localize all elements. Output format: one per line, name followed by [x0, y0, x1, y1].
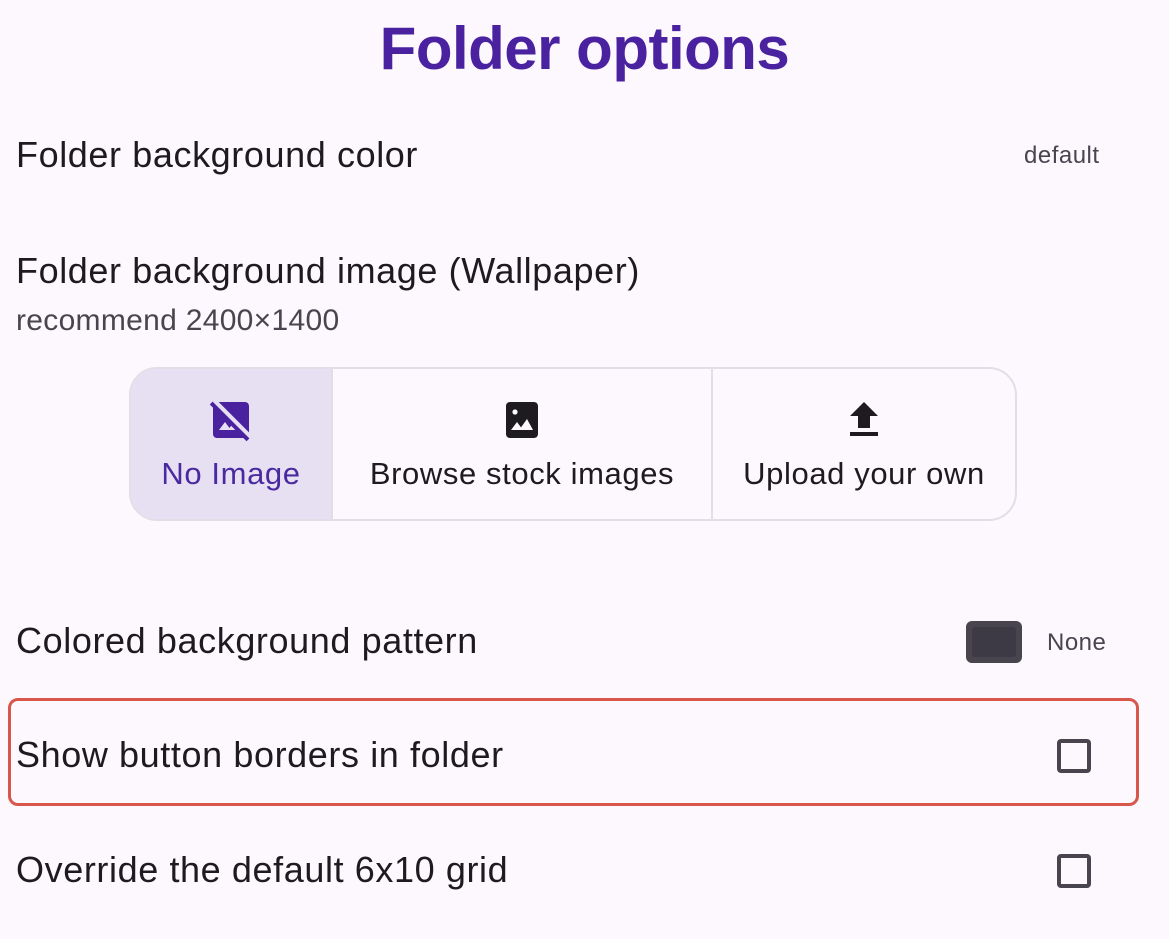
background-color-value[interactable]: default: [1024, 142, 1100, 170]
show-borders-row[interactable]: Show button borders in folder: [16, 730, 1169, 786]
override-grid-checkbox[interactable]: [1057, 854, 1091, 888]
background-image-segmented-control: No Image Browse stock images Upload your…: [129, 367, 1017, 521]
show-borders-label: Show button borders in folder: [16, 734, 504, 775]
no-image-button[interactable]: No Image: [131, 369, 331, 519]
upload-your-own-button[interactable]: Upload your own: [711, 369, 1015, 519]
no-image-label: No Image: [161, 456, 301, 491]
override-grid-row[interactable]: Override the default 6x10 grid: [16, 845, 1169, 901]
background-image-label: Folder background image (Wallpaper): [16, 250, 640, 291]
background-pattern-value[interactable]: None: [1047, 629, 1106, 657]
pattern-color-swatch[interactable]: [966, 621, 1022, 663]
upload-your-own-label: Upload your own: [743, 456, 985, 491]
background-pattern-label: Colored background pattern: [16, 620, 478, 661]
browse-stock-images-label: Browse stock images: [369, 456, 675, 491]
page-title: Folder options: [379, 15, 790, 82]
hide-image-icon: [209, 401, 250, 442]
show-borders-checkbox[interactable]: [1057, 739, 1091, 773]
browse-stock-images-button[interactable]: Browse stock images: [331, 369, 711, 519]
upload-icon: [850, 402, 878, 436]
background-color-label: Folder background color: [16, 134, 419, 175]
background-image-row: Folder background image (Wallpaper): [16, 246, 1169, 296]
background-image-hint: recommend 2400×1400: [16, 304, 340, 337]
background-color-row[interactable]: Folder background color default: [16, 130, 1169, 190]
image-icon: [506, 402, 538, 438]
override-grid-label: Override the default 6x10 grid: [16, 849, 509, 890]
